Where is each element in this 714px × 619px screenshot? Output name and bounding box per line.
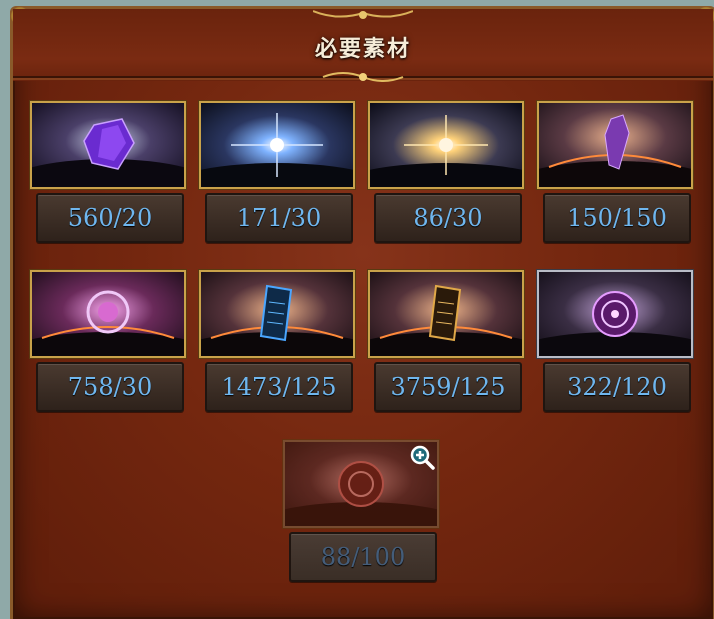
header-divider-ornament-icon xyxy=(13,72,713,82)
gold-scroll-tablet-icon xyxy=(370,272,522,356)
material-frame[interactable] xyxy=(199,101,355,189)
count-box: 560/20 xyxy=(36,193,184,243)
material-count: 171/30 xyxy=(236,204,322,232)
count-box: 322/120 xyxy=(543,362,691,412)
zoom-in-icon[interactable] xyxy=(409,444,435,470)
count-box: 758/30 xyxy=(36,362,184,412)
material-frame[interactable] xyxy=(30,101,186,189)
material-frame[interactable] xyxy=(537,101,693,189)
count-box: 3759/125 xyxy=(374,362,522,412)
material-count: 3759/125 xyxy=(390,373,506,401)
material-frame[interactable] xyxy=(368,101,524,189)
material-frame[interactable] xyxy=(199,270,355,358)
count-box: 88/100 xyxy=(289,532,437,582)
material-frame[interactable] xyxy=(537,270,693,358)
count-box: 1473/125 xyxy=(205,362,353,412)
material-frame[interactable] xyxy=(30,270,186,358)
golden-star-orb-icon xyxy=(370,103,522,187)
header-ornament-icon xyxy=(313,10,413,19)
purple-crystal-cluster-icon xyxy=(32,103,184,187)
panel-title: 必要素材 xyxy=(314,37,411,62)
panel-header: 必要素材 xyxy=(13,9,713,82)
pink-spiral-emblem-icon xyxy=(32,272,184,356)
count-box: 150/150 xyxy=(543,193,691,243)
material-count: 758/30 xyxy=(67,373,153,401)
blue-scroll-tablet-icon xyxy=(201,272,353,356)
material-count: 322/120 xyxy=(567,373,667,401)
material-frame[interactable] xyxy=(368,270,524,358)
material-count: 88/100 xyxy=(320,543,406,571)
violet-crystal-shard-icon xyxy=(539,103,691,187)
purple-sigil-medallion-icon xyxy=(539,272,691,356)
material-count: 560/20 xyxy=(67,204,153,232)
blue-star-orb-icon xyxy=(201,103,353,187)
material-count: 150/150 xyxy=(567,204,667,232)
count-box: 171/30 xyxy=(205,193,353,243)
material-count: 1473/125 xyxy=(221,373,337,401)
material-count: 86/30 xyxy=(413,204,483,232)
count-box: 86/30 xyxy=(374,193,522,243)
